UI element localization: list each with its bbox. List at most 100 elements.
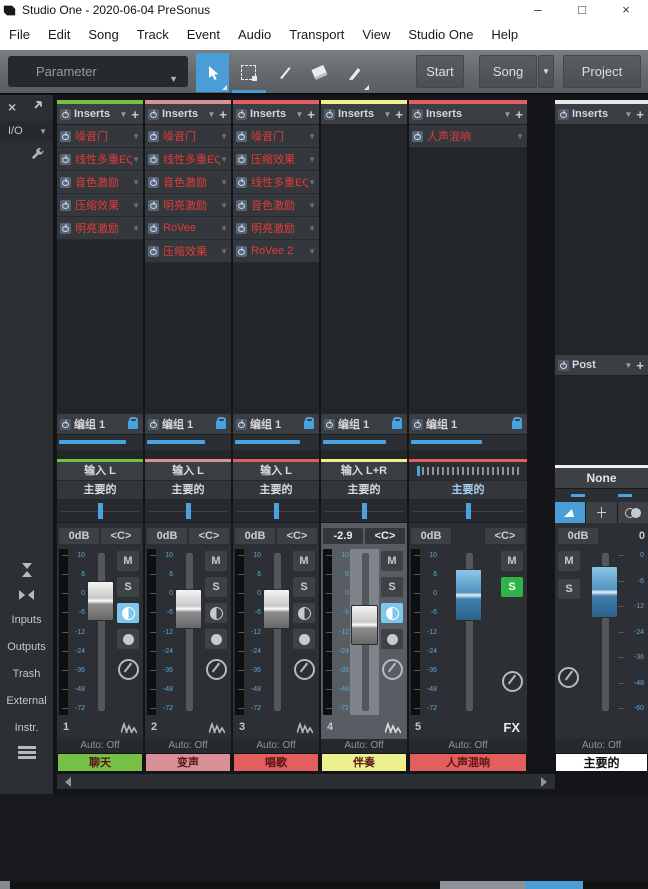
power-icon[interactable] (148, 419, 159, 430)
power-icon[interactable] (60, 131, 71, 142)
fader-track[interactable] (438, 549, 499, 715)
output-select[interactable]: 主要的 (321, 481, 407, 500)
record-arm-button[interactable] (293, 629, 315, 649)
master-name-label[interactable]: 主要的 (555, 753, 648, 772)
channel-name-label[interactable]: 人声混响 (409, 753, 527, 772)
power-icon[interactable] (412, 109, 423, 120)
chevron-down-icon[interactable]: ▼ (624, 361, 632, 370)
lock-icon[interactable] (304, 421, 314, 429)
bypass-button[interactable] (118, 659, 139, 680)
send-level-slider[interactable] (409, 435, 527, 450)
outputs-button[interactable]: Outputs (7, 634, 46, 661)
sends-header[interactable]: 编组 1 (321, 414, 407, 435)
volume-value[interactable]: 0dB (59, 528, 99, 544)
pan-control[interactable] (233, 500, 319, 523)
routing-button[interactable] (586, 502, 616, 523)
inserts-header[interactable]: Inserts ▼ + (233, 104, 319, 125)
song-page-button[interactable]: Song (479, 55, 537, 88)
power-icon[interactable] (412, 419, 423, 430)
insert-slot[interactable]: 线性多重EQ 4▼ (57, 148, 143, 171)
fader-track[interactable] (86, 549, 115, 715)
pan-value[interactable]: <C> (101, 528, 141, 544)
collapse-vertical-button[interactable] (22, 557, 32, 583)
monitor-source-button[interactable]: None (555, 468, 648, 489)
power-icon[interactable] (236, 223, 247, 234)
lock-icon[interactable] (392, 421, 402, 429)
chevron-down-icon[interactable]: ▼ (308, 132, 316, 141)
instr-button[interactable]: Instr. (15, 715, 39, 742)
chevron-down-icon[interactable]: ▼ (132, 178, 140, 187)
channel-name-label[interactable]: 唱歌 (233, 753, 319, 772)
power-icon[interactable] (60, 419, 71, 430)
pan-value[interactable]: <C> (189, 528, 229, 544)
mute-button[interactable]: M (558, 551, 580, 571)
bypass-button[interactable] (382, 659, 403, 680)
fader-handle[interactable] (87, 581, 114, 621)
chevron-down-icon[interactable]: ▼ (220, 247, 228, 256)
input-select[interactable]: 输入 L (57, 462, 143, 481)
power-icon[interactable] (236, 246, 247, 257)
power-icon[interactable] (558, 360, 569, 371)
inserts-header[interactable]: Inserts ▼ + (145, 104, 231, 125)
channel-name-label[interactable]: 变声 (145, 753, 231, 772)
chevron-down-icon[interactable]: ▼ (308, 247, 316, 256)
record-arm-button[interactable] (117, 629, 139, 649)
mute-button[interactable]: M (381, 551, 403, 571)
volume-value[interactable]: 0dB (558, 528, 598, 544)
trash-button[interactable]: Trash (13, 661, 41, 688)
insert-slot[interactable]: 噪音门▼ (145, 125, 231, 148)
chevron-down-icon[interactable]: ▼ (220, 201, 228, 210)
pan-value[interactable]: <C> (277, 528, 317, 544)
power-icon[interactable] (148, 246, 159, 257)
add-post-insert-button[interactable]: + (636, 360, 644, 371)
minimize-button[interactable]: – (516, 0, 560, 20)
close-mixer-button[interactable]: × (8, 100, 16, 114)
chevron-down-icon[interactable]: ▼ (220, 155, 228, 164)
post-header[interactable]: Post ▼ + (555, 355, 648, 376)
wrench-icon[interactable] (31, 147, 45, 161)
chevron-down-icon[interactable]: ▼ (383, 110, 391, 119)
chevron-down-icon[interactable]: ▼ (295, 110, 303, 119)
solo-button[interactable]: S (205, 577, 227, 597)
chevron-down-icon[interactable]: ▼ (220, 224, 228, 233)
project-page-button[interactable]: Project (563, 55, 641, 88)
send-level-slider[interactable] (321, 435, 407, 450)
inserts-header[interactable]: Inserts ▼ + (57, 104, 143, 125)
channel-scrollbar[interactable] (57, 774, 555, 789)
solo-button[interactable]: S (293, 577, 315, 597)
power-icon[interactable] (60, 177, 71, 188)
sends-header[interactable]: 编组 1 (145, 414, 231, 435)
close-button[interactable]: × (604, 0, 648, 20)
power-icon[interactable] (148, 200, 159, 211)
power-icon[interactable] (148, 154, 159, 165)
pan-value[interactable]: <C> (365, 528, 405, 544)
power-icon[interactable] (236, 131, 247, 142)
sends-header[interactable]: 编组 1 (57, 414, 143, 435)
monitor-button[interactable] (381, 603, 403, 623)
lock-icon[interactable] (512, 421, 522, 429)
power-icon[interactable] (558, 109, 569, 120)
fader-track[interactable] (262, 549, 291, 715)
menu-track[interactable]: Track (128, 20, 178, 50)
external-button[interactable]: External (6, 688, 46, 715)
pan-control[interactable] (145, 500, 231, 523)
menu-view[interactable]: View (353, 20, 399, 50)
record-arm-button[interactable] (381, 629, 403, 649)
insert-slot[interactable]: RoVee 2▼ (233, 240, 319, 263)
solo-button[interactable]: S (117, 577, 139, 597)
channel-name-label[interactable]: 伴奏 (321, 753, 407, 772)
automation-status[interactable]: Auto: Off (233, 739, 319, 753)
fader-handle[interactable] (175, 589, 202, 629)
add-insert-button[interactable]: + (131, 109, 139, 120)
horizontal-scrollbar[interactable] (0, 881, 648, 889)
input-select[interactable]: 输入 L (145, 462, 231, 481)
meter-mode-button[interactable] (555, 502, 585, 523)
volume-value[interactable]: -2.9 (323, 528, 363, 544)
mute-button[interactable]: M (205, 551, 227, 571)
monitor-button[interactable] (205, 603, 227, 623)
inserts-header[interactable]: Inserts ▼ + (555, 104, 648, 125)
insert-slot[interactable]: 明亮激励▼ (57, 217, 143, 240)
pan-control[interactable] (321, 500, 407, 523)
pan-value[interactable]: <C> (485, 528, 525, 544)
add-insert-button[interactable]: + (515, 109, 523, 120)
